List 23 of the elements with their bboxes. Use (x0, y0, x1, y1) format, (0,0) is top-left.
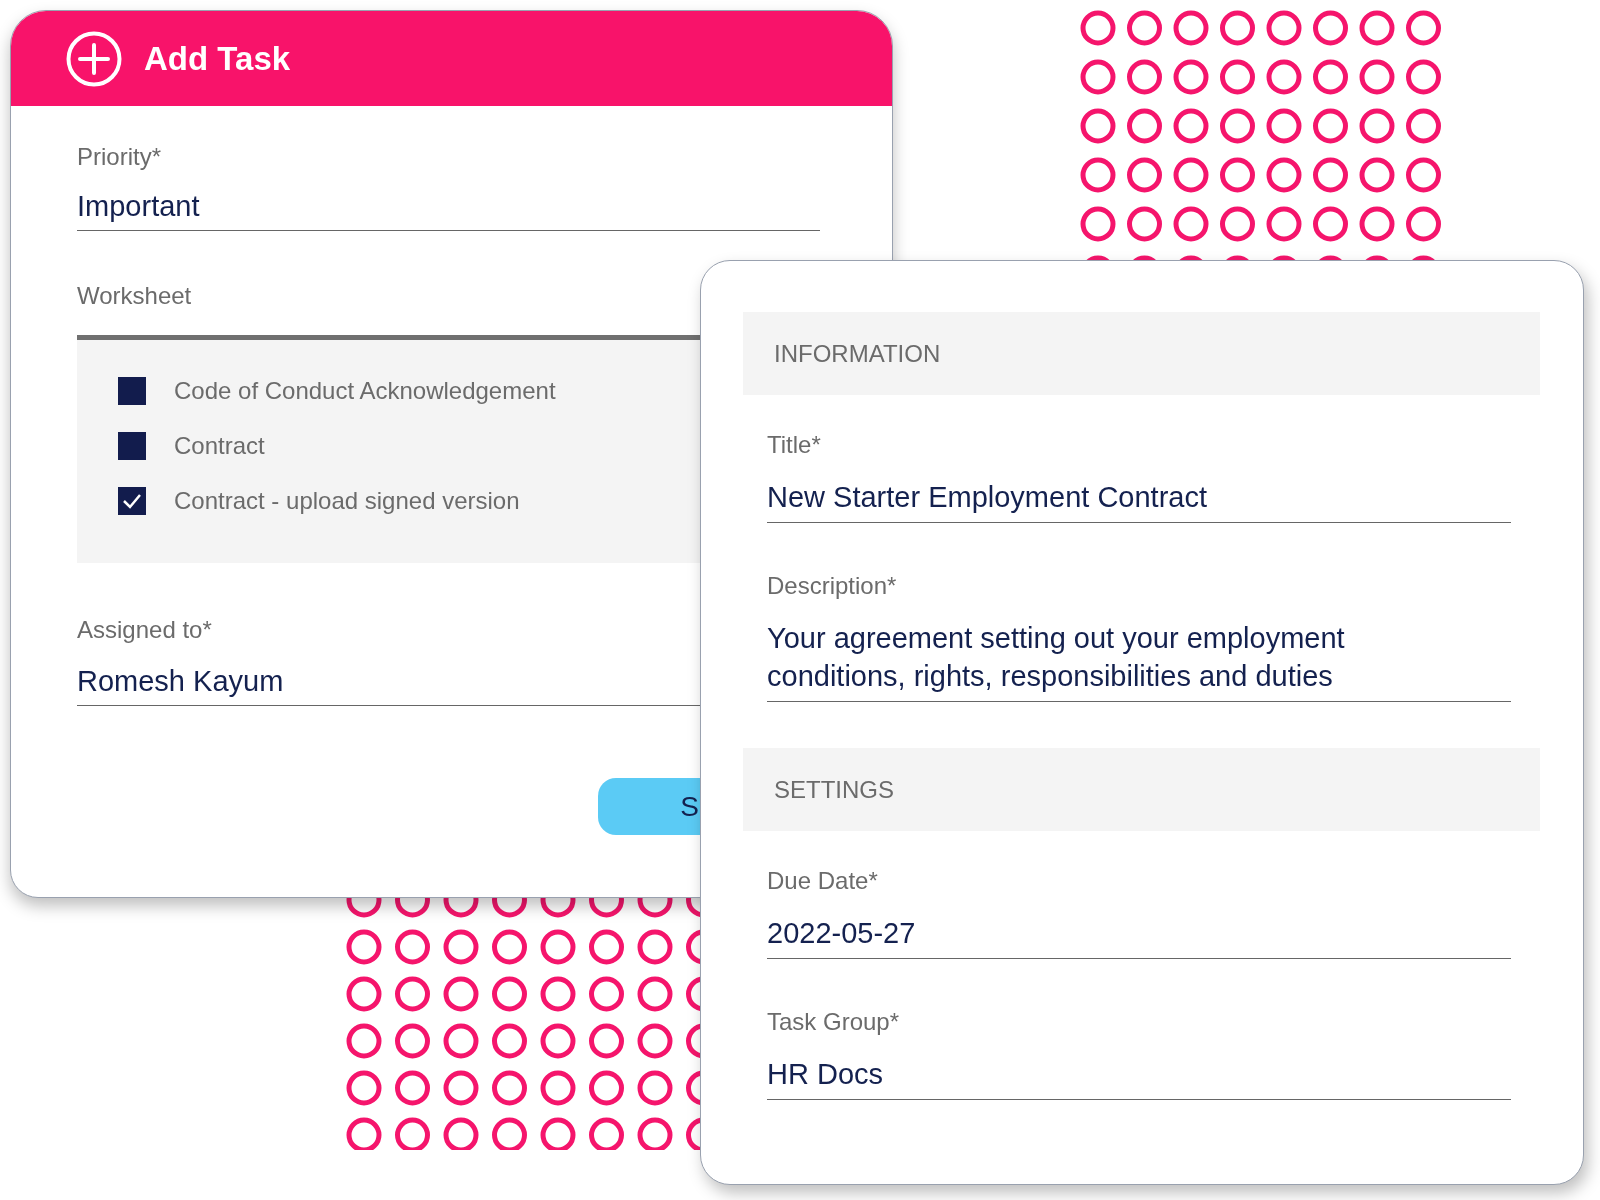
checkbox[interactable] (118, 432, 146, 460)
field-label: Priority* (77, 142, 161, 172)
text-field[interactable]: HR Docs (767, 1055, 1511, 1100)
checkbox-label: Contract (174, 431, 265, 461)
field-label: Due Date* (767, 866, 878, 896)
save-button[interactable]: S (598, 778, 701, 835)
field-label: Description* (767, 571, 897, 601)
checkbox-label: Contract - upload signed version (174, 486, 520, 516)
text-field[interactable]: 2022-05-27 (767, 914, 1511, 959)
checkbox-label: Code of Conduct Acknowledgement (174, 376, 556, 406)
field-label: Task Group* (767, 1007, 900, 1037)
checkbox[interactable] (118, 377, 146, 405)
priority-field[interactable]: Important (77, 188, 820, 231)
text-field[interactable]: Your agreement setting out your employment conditions, rights, responsibilities and duties (767, 619, 1511, 702)
text-field[interactable]: New Starter Employment Contract (767, 478, 1511, 523)
section-heading: INFORMATION (774, 338, 941, 369)
field-label: Title* (767, 430, 821, 460)
field-label: Assigned to* (77, 615, 212, 645)
field-label: Worksheet (77, 281, 192, 311)
add-icon (66, 30, 122, 87)
section-heading: SETTINGS (774, 774, 894, 805)
checkbox[interactable] (118, 487, 146, 515)
card-title: Add Task (144, 38, 291, 79)
